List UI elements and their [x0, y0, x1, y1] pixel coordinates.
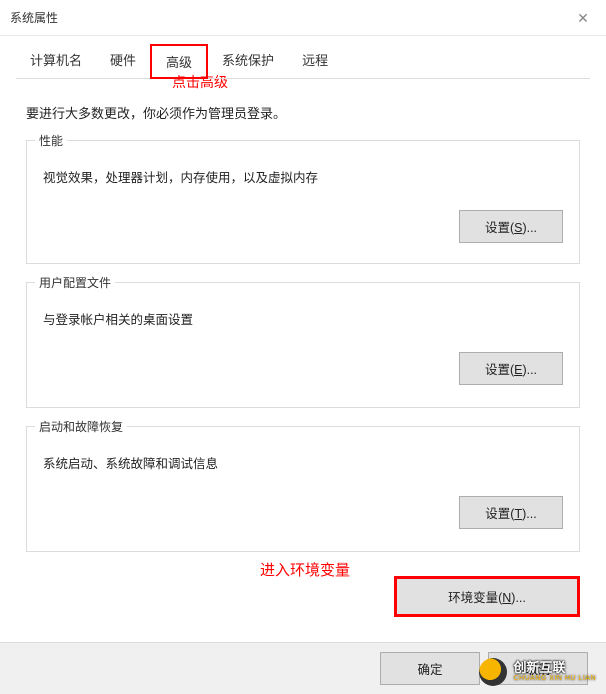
tab-advanced[interactable]: 高级: [150, 44, 208, 79]
groupbox-startup-title: 启动和故障恢复: [35, 418, 127, 435]
tabstrip: 计算机名 硬件 高级 系统保护 远程: [0, 36, 606, 79]
close-button[interactable]: ✕: [560, 0, 606, 36]
watermark-cn: 创新互联: [513, 661, 596, 675]
ok-button[interactable]: 确定: [380, 652, 480, 685]
watermark-logo-icon: C: [479, 658, 507, 686]
startup-settings-button[interactable]: 设置(T)...: [459, 496, 563, 529]
performance-settings-button[interactable]: 设置(S)...: [459, 210, 563, 243]
watermark-text: 创新互联 CHUANG XIN HU LIAN: [513, 661, 596, 683]
groupbox-performance-title: 性能: [35, 132, 67, 149]
window-title: 系统属性: [10, 9, 58, 26]
groupbox-startup: 启动和故障恢复 系统启动、系统故障和调试信息 设置(T)...: [26, 426, 580, 552]
groupbox-startup-desc: 系统启动、系统故障和调试信息: [43, 453, 563, 472]
userprofile-settings-button[interactable]: 设置(E)...: [459, 352, 563, 385]
tab-remote[interactable]: 远程: [288, 44, 342, 79]
watermark: C 创新互联 CHUANG XIN HU LIAN: [479, 658, 596, 686]
groupbox-performance: 性能 视觉效果，处理器计划，内存使用，以及虚拟内存 设置(S)...: [26, 140, 580, 264]
groupbox-userprofile-title: 用户配置文件: [35, 274, 115, 291]
tab-underline: [16, 78, 590, 79]
button-label: 设置(T)...: [485, 507, 536, 521]
annotation-enter-envvar: 进入环境变量: [260, 559, 350, 580]
groupbox-userprofile-desc: 与登录帐户相关的桌面设置: [43, 309, 563, 328]
watermark-en: CHUANG XIN HU LIAN: [513, 675, 596, 683]
close-icon: ✕: [577, 10, 589, 27]
content-area: 要进行大多数更改，你必须作为管理员登录。 性能 视觉效果，处理器计划，内存使用，…: [0, 79, 606, 552]
tab-hardware[interactable]: 硬件: [96, 44, 150, 79]
button-label: 设置(S)...: [485, 221, 537, 235]
environment-variables-button[interactable]: 环境变量(N)...: [394, 576, 580, 617]
tab-computer-name[interactable]: 计算机名: [16, 44, 96, 79]
button-label: 环境变量(N)...: [448, 591, 526, 605]
button-label: 设置(E)...: [485, 363, 537, 377]
groupbox-userprofile: 用户配置文件 与登录帐户相关的桌面设置 设置(E)...: [26, 282, 580, 408]
groupbox-performance-desc: 视觉效果，处理器计划，内存使用，以及虚拟内存: [43, 167, 563, 186]
titlebar: 系统属性 ✕: [0, 0, 606, 36]
intro-text: 要进行大多数更改，你必须作为管理员登录。: [26, 103, 580, 122]
